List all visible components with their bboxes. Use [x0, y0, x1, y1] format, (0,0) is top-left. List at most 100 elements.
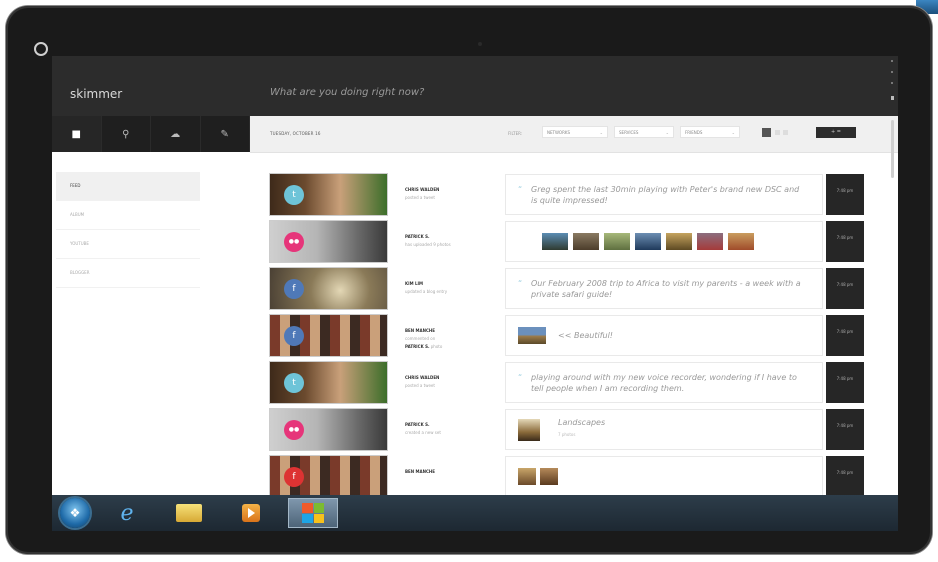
windows-logo-icon: ❖: [69, 506, 81, 520]
edit-icon[interactable]: ✎: [201, 116, 250, 152]
photo-thumb[interactable]: [518, 468, 536, 485]
feed-meta: CHRIS WALDEN posted a tweet: [405, 374, 495, 390]
filter-label: FILTER:: [508, 131, 523, 136]
feed-thumbnail[interactable]: t: [270, 362, 387, 403]
feed-thumbnail[interactable]: ●●: [270, 409, 387, 450]
taskbar-file-explorer[interactable]: [164, 498, 214, 528]
action-text: has uploaded 9 photos: [405, 242, 451, 247]
set-title: Landscapes: [558, 418, 606, 427]
feed-card[interactable]: [505, 221, 823, 262]
timestamp: 7:48 pm: [826, 315, 864, 356]
view-list-button[interactable]: [762, 128, 771, 137]
feed-row[interactable]: f BEN MANCHE commented on PATRICK S. pho…: [270, 315, 870, 359]
feed-message: Our February 2008 trip to Africa to visi…: [531, 279, 801, 299]
photo-thumb[interactable]: [573, 233, 599, 250]
taskbar-media-player[interactable]: [226, 498, 276, 528]
author-name[interactable]: BEN MANCHE: [405, 327, 495, 335]
media-player-icon: [242, 504, 260, 522]
timestamp: 7:48 pm: [826, 456, 864, 495]
facebook-icon: f: [284, 326, 304, 346]
quote-icon: “: [518, 185, 523, 194]
sidebar-item-blogger[interactable]: BLOGGER: [56, 259, 200, 288]
feed-meta: PATRICK S. has uploaded 9 photos: [405, 233, 495, 249]
control-dot[interactable]: [891, 60, 893, 62]
pin-icon[interactable]: ⚲: [102, 116, 151, 152]
action-text: photo: [430, 344, 443, 349]
photo-thumb[interactable]: [604, 233, 630, 250]
photo-thumb[interactable]: [518, 327, 546, 344]
taskbar-windows-store[interactable]: [288, 498, 338, 528]
author-name[interactable]: PATRICK S.: [405, 421, 495, 429]
action-text: commented on: [405, 336, 436, 341]
camera-icon: [478, 42, 482, 46]
home-icon[interactable]: ■: [52, 116, 102, 152]
feed-row[interactable]: ●● PATRICK S. has uploaded 9 photos 7:48…: [270, 221, 870, 265]
feed-card[interactable]: “ Our February 2008 trip to Africa to vi…: [505, 268, 823, 309]
friends-dropdown[interactable]: FRIENDS ⌄: [680, 126, 740, 138]
photo-thumb[interactable]: [518, 419, 540, 441]
control-dot[interactable]: [891, 82, 893, 84]
mentioned-user[interactable]: PATRICK S.: [405, 344, 429, 349]
view-tiles-button[interactable]: [783, 130, 788, 135]
feed-message: playing around with my new voice recorde…: [531, 373, 797, 393]
filter-bar: TUESDAY, OCTOBER 16 FILTER: NETWORKS ⌄ S…: [250, 116, 898, 153]
facebook-icon: f: [284, 467, 304, 487]
control-dot[interactable]: [891, 96, 894, 100]
action-text: created a new set: [405, 430, 441, 435]
sidebar-item-youtube[interactable]: YOUTUBE: [56, 230, 200, 259]
author-name[interactable]: PATRICK S.: [405, 233, 495, 241]
author-name[interactable]: CHRIS WALDEN: [405, 374, 495, 382]
scrollbar[interactable]: [891, 120, 894, 178]
feed-row[interactable]: ●● PATRICK S. created a new set Landscap…: [270, 409, 870, 453]
action-text: updated a blog entry: [405, 289, 448, 294]
feed-card[interactable]: [505, 456, 823, 495]
feed-thumbnail[interactable]: f: [270, 315, 387, 356]
photo-thumb[interactable]: [697, 233, 723, 250]
feed-row[interactable]: t CHRIS WALDEN posted a tweet “ Greg spe…: [270, 174, 870, 218]
author-name[interactable]: BEN MANCHE: [405, 468, 495, 476]
taskbar-internet-explorer[interactable]: e: [102, 498, 152, 528]
timestamp: 7:48 pm: [826, 362, 864, 403]
photo-thumb[interactable]: [635, 233, 661, 250]
nav-icon-bar: ■ ⚲ ☁ ✎: [52, 116, 250, 152]
feed-card[interactable]: “ playing around with my new voice recor…: [505, 362, 823, 403]
chevron-down-icon: ⌄: [599, 130, 603, 135]
action-text: posted a tweet: [405, 195, 435, 200]
sidebar-item-feed[interactable]: FEED: [56, 172, 200, 201]
feed-row[interactable]: t CHRIS WALDEN posted a tweet “ playing …: [270, 362, 870, 406]
friends-label: FRIENDS: [685, 130, 703, 135]
photo-thumb[interactable]: [666, 233, 692, 250]
date-label: TUESDAY, OCTOBER 16: [270, 131, 321, 136]
control-dot[interactable]: [891, 71, 893, 73]
feed-card[interactable]: Landscapes 7 photos: [505, 409, 823, 450]
twitter-icon: t: [284, 185, 304, 205]
author-name[interactable]: KIM LIM: [405, 280, 495, 288]
feed-meta: KIM LIM updated a blog entry: [405, 280, 495, 296]
feed-thumbnail[interactable]: f: [270, 456, 387, 495]
feed-thumbnail[interactable]: f: [270, 268, 387, 309]
view-grid-button[interactable]: [775, 130, 780, 135]
timestamp: 7:48 pm: [826, 409, 864, 450]
services-dropdown[interactable]: SERVICES ⌄: [614, 126, 674, 138]
feed-card[interactable]: << Beautiful!: [505, 315, 823, 356]
activity-feed: t CHRIS WALDEN posted a tweet “ Greg spe…: [270, 174, 870, 495]
windows-store-icon: [302, 503, 324, 523]
home-button[interactable]: [34, 42, 48, 56]
feed-row[interactable]: f KIM LIM updated a blog entry “ Our Feb…: [270, 268, 870, 312]
photo-thumb[interactable]: [542, 233, 568, 250]
photo-thumb[interactable]: [728, 233, 754, 250]
start-button[interactable]: ❖: [60, 498, 90, 528]
post-button[interactable]: + =: [816, 127, 856, 138]
feed-meta: PATRICK S. created a new set: [405, 421, 495, 437]
networks-dropdown[interactable]: NETWORKS ⌄: [542, 126, 608, 138]
feed-row[interactable]: f BEN MANCHE 7:48 pm: [270, 456, 870, 495]
sidebar-item-album[interactable]: ALBUM: [56, 201, 200, 230]
feed-thumbnail[interactable]: ●●: [270, 221, 387, 262]
photo-thumb[interactable]: [540, 468, 558, 485]
status-input[interactable]: What are you doing right now?: [270, 87, 424, 98]
feed-card[interactable]: “ Greg spent the last 30min playing with…: [505, 174, 823, 215]
author-name[interactable]: CHRIS WALDEN: [405, 186, 495, 194]
cloud-icon[interactable]: ☁: [151, 116, 201, 152]
feed-thumbnail[interactable]: t: [270, 174, 387, 215]
feed-meta: BEN MANCHE: [405, 468, 495, 476]
